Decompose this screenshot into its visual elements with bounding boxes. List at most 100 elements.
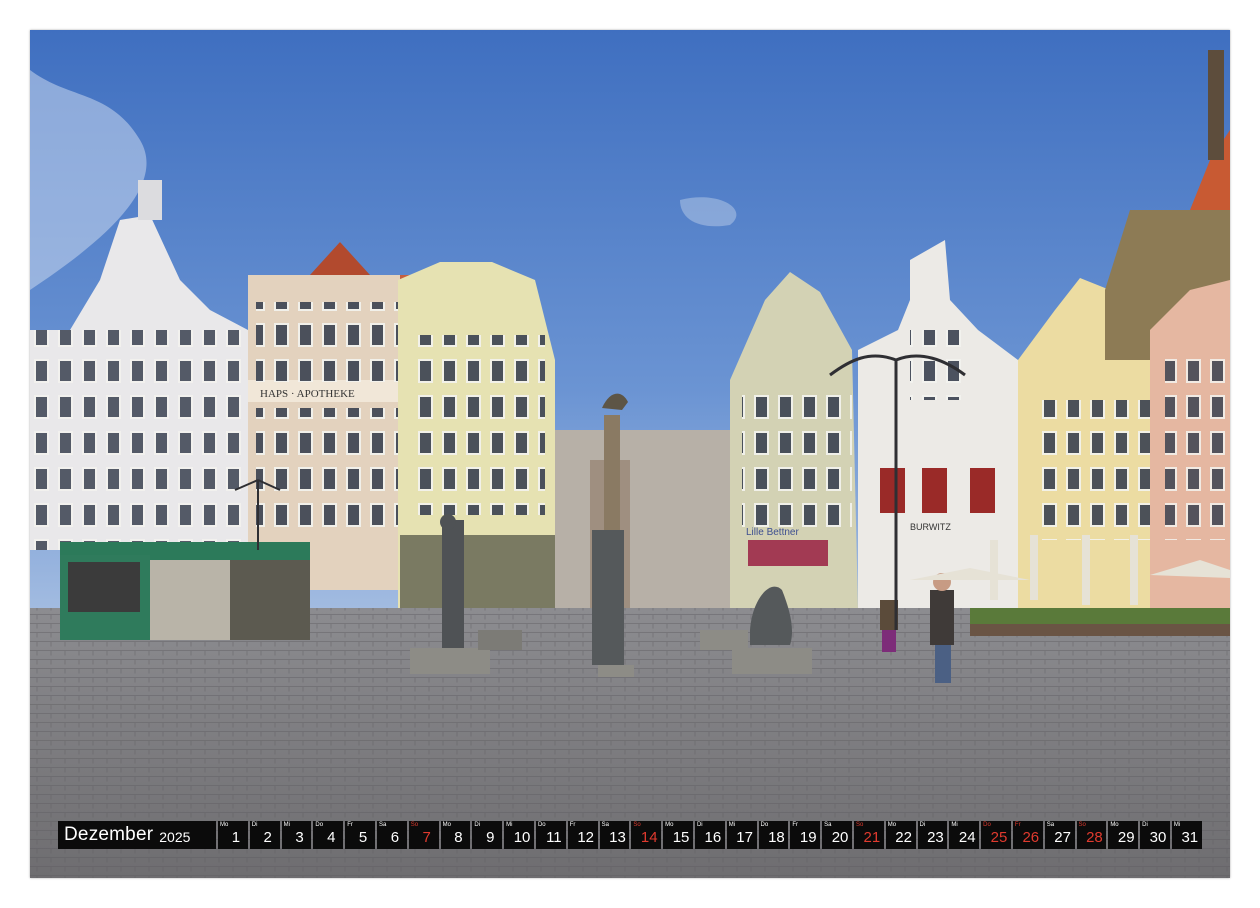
- day-number: 23: [927, 829, 944, 846]
- day-number: 11: [546, 829, 562, 846]
- weekday-label: Sa: [378, 822, 387, 828]
- day-number: 15: [672, 829, 690, 846]
- weekday-label: Sa: [1046, 822, 1055, 828]
- day-cell: Mo 22: [885, 821, 916, 849]
- day-cell: Do 18: [758, 821, 789, 849]
- day-cell: Sa 27: [1044, 821, 1075, 849]
- weekday-label: Di: [1142, 822, 1148, 828]
- day-number: 14: [640, 829, 658, 846]
- weekday-label: Do: [537, 822, 546, 828]
- calendar-photo: HAPS · APOTHEKE Lille Bettner BURWITZ: [30, 30, 1230, 878]
- day-number: 22: [895, 829, 912, 846]
- weekday-label: Di: [696, 822, 703, 828]
- day-number: 8: [454, 829, 463, 846]
- day-number: 18: [768, 829, 785, 846]
- day-number: 16: [704, 829, 722, 846]
- day-cell: Do 11: [535, 821, 566, 849]
- day-cell: Di 2: [249, 821, 280, 849]
- weekday-label: Do: [983, 822, 991, 828]
- day-cell: Sa 13: [599, 821, 630, 849]
- day-number: 13: [609, 829, 626, 846]
- day-number: 20: [831, 829, 849, 846]
- day-cell: Mo 1: [218, 821, 248, 849]
- weekday-label: Mo: [442, 822, 451, 828]
- day-cell: Fr 12: [567, 821, 598, 849]
- weekday-label: Mo: [887, 822, 897, 828]
- day-number: 24: [958, 829, 976, 846]
- day-number: 3: [295, 829, 304, 846]
- day-cell: Mi 10: [504, 821, 534, 849]
- day-number: 10: [513, 829, 531, 846]
- weekday-label: Mi: [506, 822, 513, 828]
- weekday-label: Di: [251, 822, 258, 828]
- distant-street: [555, 430, 730, 610]
- day-cell: Fr 5: [345, 821, 375, 849]
- shop-sign-burwitz: BURWITZ: [910, 522, 951, 532]
- planters: [970, 608, 1230, 636]
- market-stall: [60, 542, 310, 640]
- weekday-label: Di: [919, 822, 926, 828]
- day-cell: Di 30: [1140, 821, 1170, 849]
- stone-block: [478, 630, 522, 650]
- weekday-label: Mi: [951, 822, 958, 828]
- day-cell: Di 16: [694, 821, 725, 849]
- day-number: 9: [486, 829, 495, 846]
- day-cell: Mi 31: [1171, 821, 1202, 849]
- weekday-label: Mo: [220, 822, 229, 828]
- weekday-label: So: [1078, 822, 1086, 828]
- day-number: 6: [390, 829, 400, 846]
- day-number: 29: [1117, 829, 1135, 846]
- day-number: 25: [990, 829, 1008, 846]
- pink-building: [1150, 280, 1230, 610]
- weekday-label: Mo: [1110, 822, 1119, 828]
- day-number: 30: [1149, 829, 1167, 846]
- weekday-label: Mi: [283, 822, 290, 828]
- weekday-label: Sa: [601, 822, 609, 828]
- weekday-label: Di: [474, 822, 481, 828]
- day-cell: So 21: [853, 821, 884, 849]
- day-cell: So 28: [1076, 821, 1107, 849]
- day-cell: Do 4: [313, 821, 344, 849]
- weekday-label: Fr: [569, 822, 576, 828]
- day-number: 12: [577, 829, 594, 846]
- day-number: 4: [327, 829, 336, 846]
- weekday-label: Fr: [347, 822, 353, 828]
- day-number: 27: [1054, 829, 1071, 846]
- days-row: Mo 1 Di 2 Mi 3 Do 4 Fr 5 Sa 6 So 7 Mo 8 Di 9 Mi 10 Do 11 Fr 12 S…: [218, 821, 1202, 849]
- yellow-gable-building: [398, 262, 555, 610]
- day-number: 26: [1022, 829, 1040, 846]
- day-cell: Sa 6: [376, 821, 407, 849]
- weekday-label: Do: [760, 822, 769, 828]
- weekday-label: So: [855, 822, 864, 828]
- day-cell: Di 9: [472, 821, 503, 849]
- day-number: 21: [863, 829, 881, 846]
- weekday-label: Mi: [728, 822, 736, 828]
- weekday-label: Fr: [792, 822, 799, 828]
- day-number: 2: [263, 829, 272, 846]
- day-cell: Mi 3: [281, 821, 312, 849]
- day-cell: Di 23: [917, 821, 948, 849]
- day-number: 19: [799, 829, 817, 846]
- day-cell: Do 25: [981, 821, 1011, 849]
- day-cell: Fr 26: [1012, 821, 1043, 849]
- weekday-label: Do: [315, 822, 324, 828]
- day-cell: Sa 20: [822, 821, 852, 849]
- day-number: 7: [422, 829, 431, 846]
- weekday-label: Sa: [824, 822, 832, 828]
- weekday-label: So: [633, 822, 641, 828]
- month-name: Dezember: [64, 824, 154, 845]
- day-cell: So 7: [408, 821, 439, 849]
- day-cell: Mo 29: [1108, 821, 1139, 849]
- calendar-strip: Dezember 2025 Mo 1 Di 2 Mi 3 Do 4 Fr 5 Sa 6 So 7 Mo 8 Di…: [58, 821, 1202, 849]
- day-cell: Fr 19: [790, 821, 821, 849]
- day-number: 31: [1181, 829, 1199, 846]
- day-number: 17: [736, 829, 753, 846]
- day-number: 1: [231, 829, 241, 846]
- weekday-label: Fr: [1014, 822, 1021, 828]
- day-cell: So 14: [631, 821, 662, 849]
- day-cell: Mo 15: [663, 821, 693, 849]
- month-label: Dezember 2025: [58, 821, 216, 849]
- day-number: 28: [1086, 829, 1103, 846]
- weekday-label: So: [410, 822, 419, 828]
- weekday-label: Mi: [1173, 822, 1181, 828]
